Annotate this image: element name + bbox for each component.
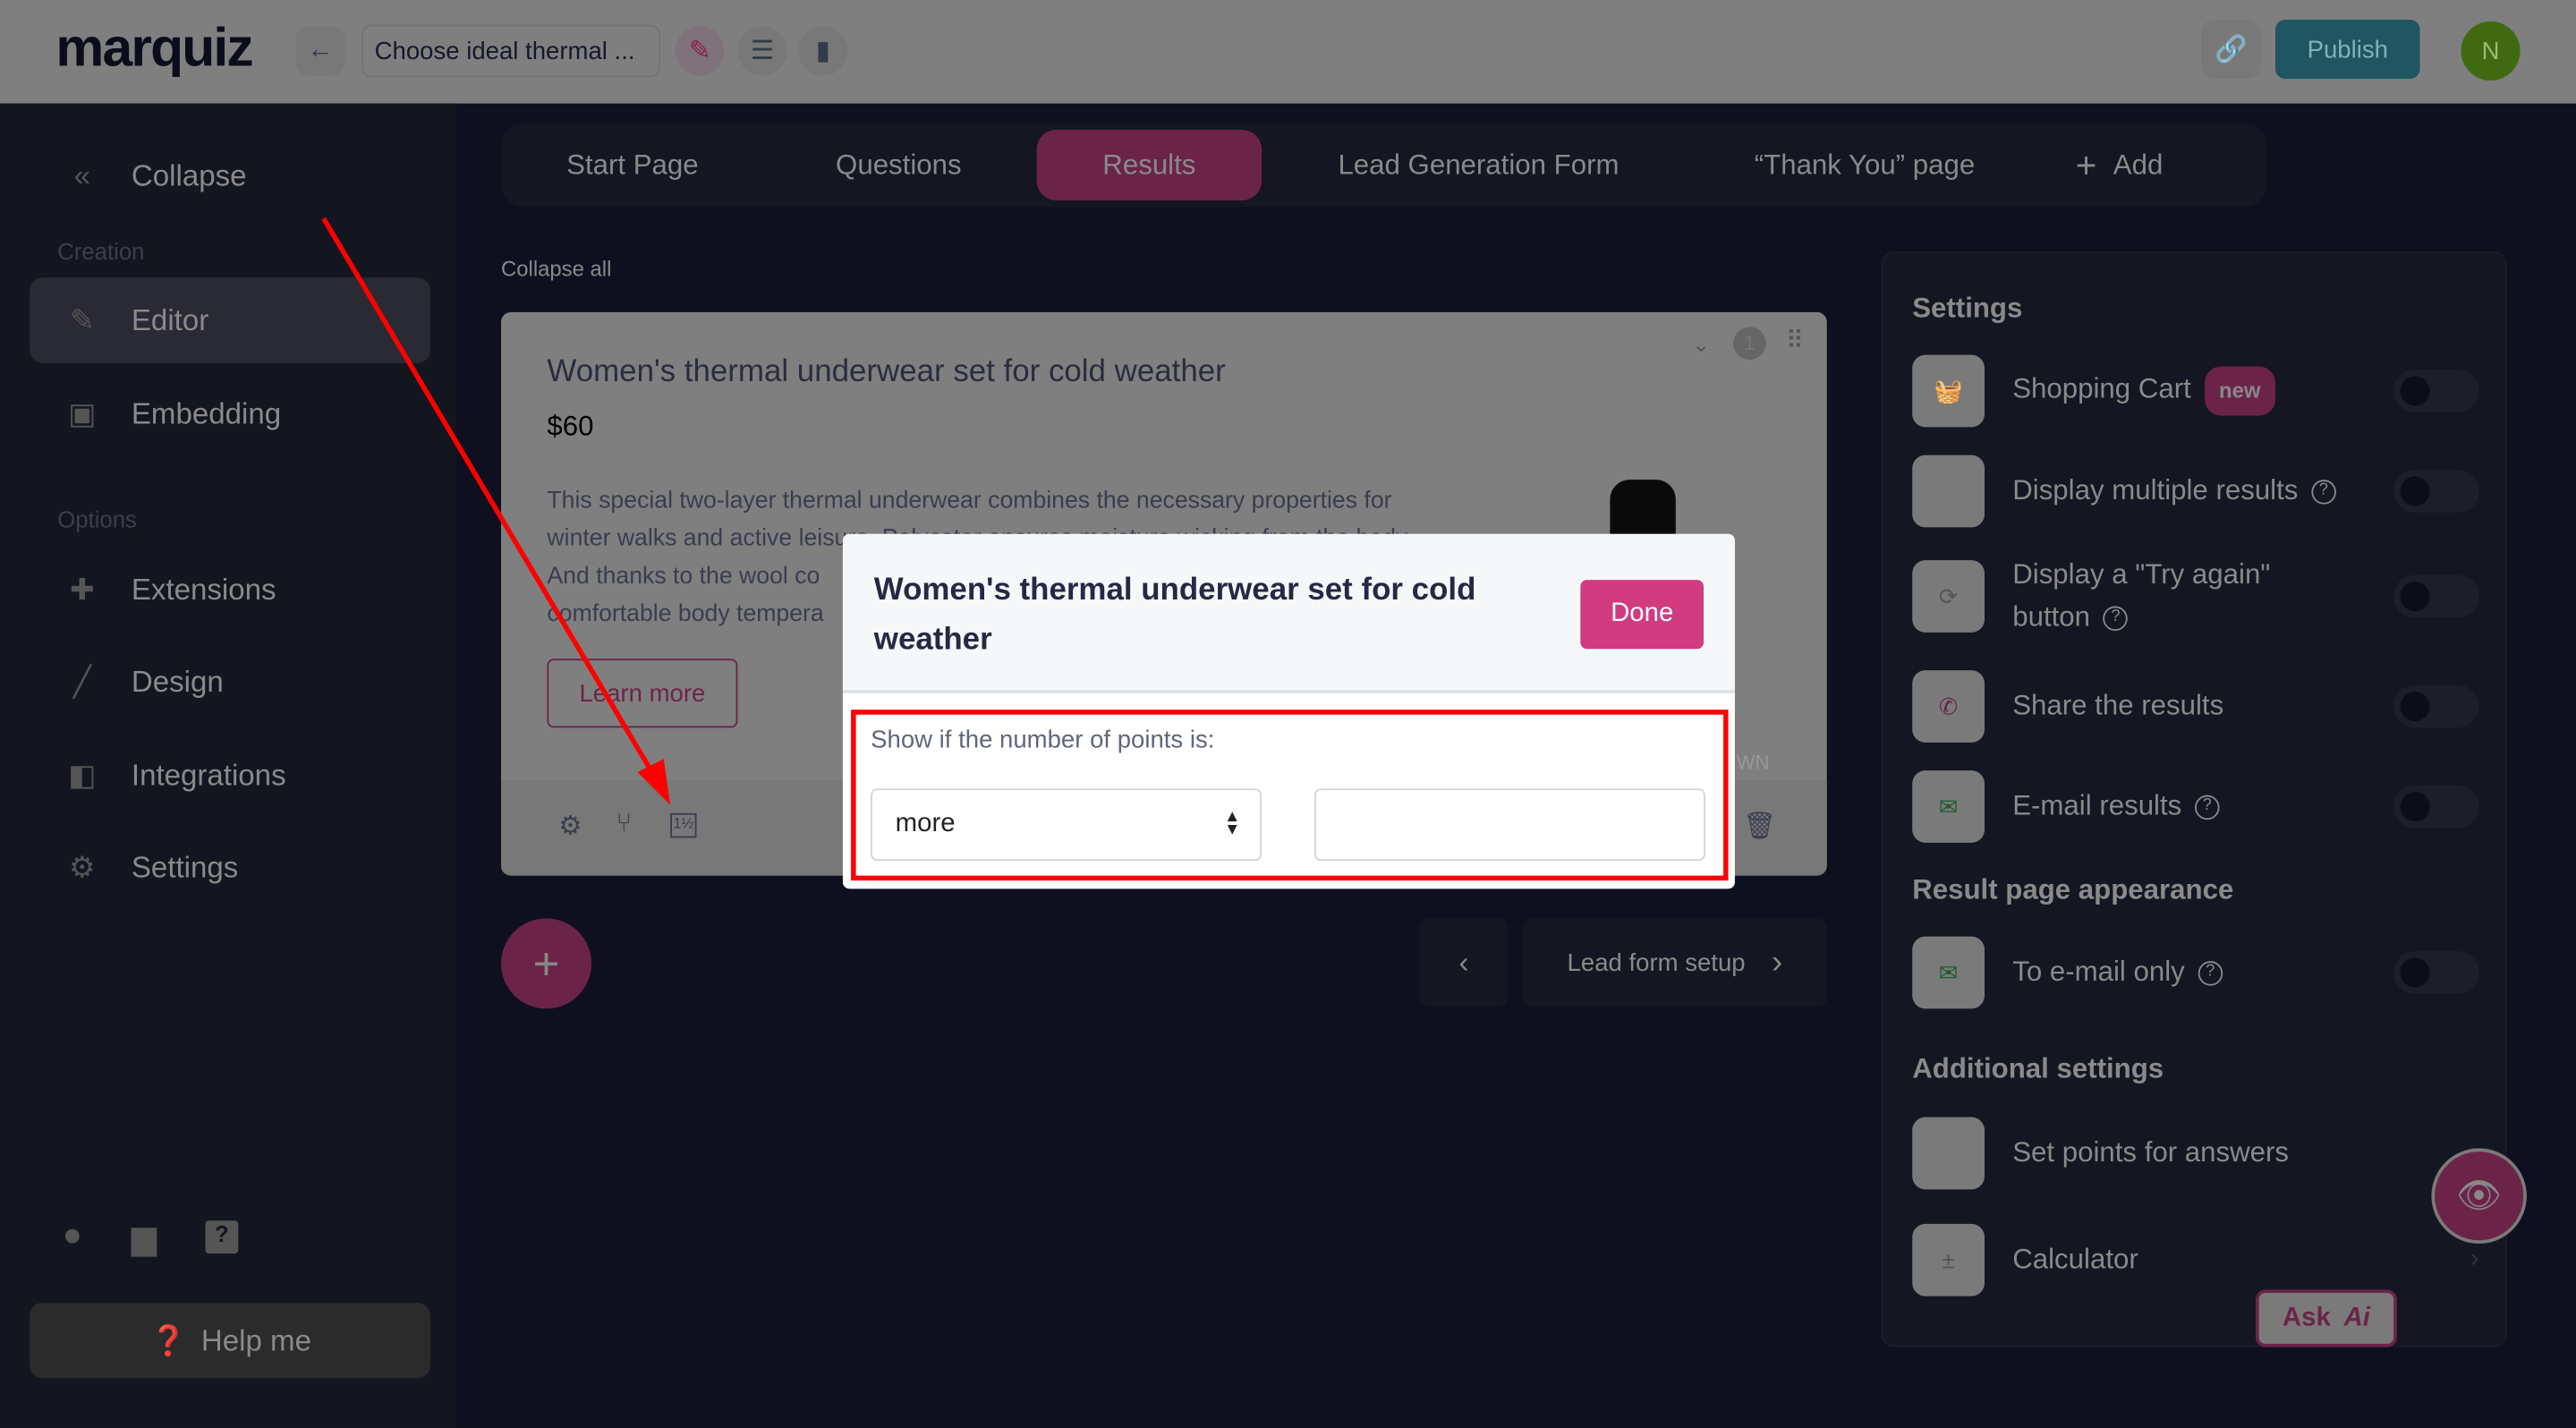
annotation-highlight-box <box>851 710 1729 881</box>
arrow-head <box>637 759 671 805</box>
modal-header: Women's thermal underwear set for cold w… <box>842 533 1735 693</box>
done-button[interactable]: Done <box>1580 580 1705 650</box>
arrow-line <box>321 217 657 778</box>
modal-title: Women's thermal underwear set for cold w… <box>873 573 1476 658</box>
